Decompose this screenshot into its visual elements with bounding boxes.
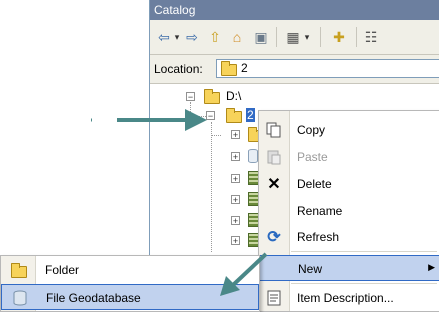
- expand-toggle[interactable]: +: [231, 130, 240, 140]
- menu-item-paste[interactable]: Paste: [259, 144, 439, 170]
- location-bar: Location: 2: [150, 55, 439, 84]
- delete-icon: ✕: [267, 176, 281, 193]
- new-folder-icon[interactable]: ✚: [330, 27, 348, 47]
- menu-item-delete[interactable]: ✕ Delete: [259, 171, 439, 197]
- menu-item-rename[interactable]: Rename: [259, 198, 439, 224]
- folder-icon: [204, 89, 220, 104]
- menu-item-new[interactable]: New ▶: [259, 255, 439, 281]
- menu-item-copy[interactable]: Copy: [259, 117, 439, 143]
- expand-toggle[interactable]: +: [231, 152, 240, 162]
- expand-toggle[interactable]: +: [231, 195, 240, 205]
- expand-toggle[interactable]: +: [231, 216, 240, 226]
- open-folder-icon: [226, 108, 242, 123]
- connect-folder-icon[interactable]: ▣: [252, 27, 270, 47]
- folder-icon: [11, 262, 29, 278]
- database-icon: [248, 149, 258, 163]
- forward-icon[interactable]: ⇨: [184, 27, 200, 47]
- up-one-level-icon[interactable]: ⇧: [206, 27, 224, 47]
- menu-item-refresh[interactable]: ⟳ Refresh: [259, 224, 439, 250]
- back-dropdown-icon[interactable]: ▾: [172, 27, 182, 47]
- copy-icon: [265, 121, 283, 139]
- location-input[interactable]: 2: [216, 59, 439, 78]
- context-menu: Copy Paste ✕ Delete Rename ⟳ Refresh New…: [258, 110, 439, 312]
- home-icon[interactable]: ⌂: [228, 27, 246, 47]
- toolbar-divider: [356, 27, 357, 47]
- menu-item-item-description[interactable]: Item Description...: [259, 285, 439, 311]
- file-geodatabase-icon: [12, 290, 30, 306]
- expand-toggle[interactable]: +: [231, 174, 240, 184]
- location-label: Location:: [154, 62, 203, 76]
- menu-separator: [291, 283, 437, 284]
- view-dropdown-icon[interactable]: ▾: [302, 27, 312, 47]
- submenu-arrow-icon: ▶: [428, 262, 435, 272]
- tree-node-root[interactable]: D:\: [226, 89, 241, 103]
- back-icon[interactable]: ⇦: [156, 27, 172, 47]
- catalog-toolbar: ⇦ ▾ ⇨ ⇧ ⌂ ▣ ▦ ▾ ✚ ☷: [150, 20, 439, 55]
- toolbar-divider: [276, 27, 277, 47]
- expand-toggle[interactable]: +: [231, 236, 240, 246]
- location-value: 2: [241, 61, 248, 75]
- annotation-arrow-down-left: [220, 252, 268, 296]
- toolbar-divider: [320, 27, 321, 47]
- collapse-toggle[interactable]: −: [186, 92, 195, 102]
- view-options-icon[interactable]: ▦: [284, 27, 302, 47]
- catalog-title: Catalog: [150, 0, 439, 20]
- tree-node-selected[interactable]: 2: [246, 108, 255, 122]
- paste-icon: [265, 148, 283, 166]
- menu-separator: [291, 251, 437, 252]
- toggle-contents-icon[interactable]: ☷: [362, 27, 380, 47]
- refresh-icon: ⟳: [267, 229, 281, 246]
- annotation-arrow-right: [91, 109, 207, 131]
- folder-icon: [221, 61, 237, 76]
